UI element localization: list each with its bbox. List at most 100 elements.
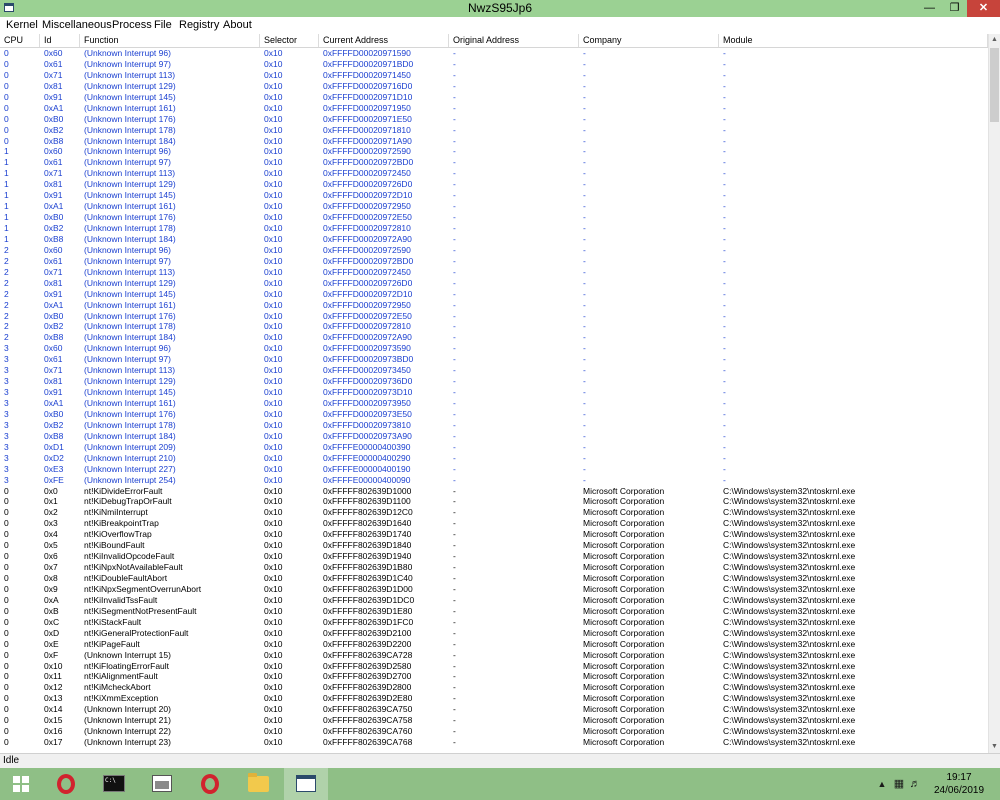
menu-about[interactable]: About (223, 19, 252, 31)
column-header-selector[interactable]: Selector (260, 34, 319, 47)
cell-original-address: - (453, 277, 456, 288)
taskbar-resource-monitor-button[interactable] (140, 768, 184, 800)
table-row[interactable]: 3 0x61 (Unknown Interrupt 97) 0x10 0xFFFFD00… (0, 354, 988, 365)
table-row[interactable]: 3 0xE3 (Unknown Interrupt 227) 0x10 0xFFFFE0… (0, 464, 988, 475)
table-row[interactable]: 1 0xB8 (Unknown Interrupt 184) 0x10 0xFFFFD0… (0, 234, 988, 245)
table-row[interactable]: 0 0x61 (Unknown Interrupt 97) 0x10 0xFFFFD00… (0, 59, 988, 70)
taskbar-opera-button[interactable] (44, 768, 88, 800)
start-button[interactable] (0, 768, 42, 800)
network-icon[interactable]: ▦ (892, 777, 906, 791)
table-row[interactable]: 0 0x13 nt!KiXmmException 0x10 0xFFFFF802639D… (0, 693, 988, 704)
menu-miscellaneous[interactable]: Miscellaneous (42, 19, 112, 31)
table-row[interactable]: 3 0x71 (Unknown Interrupt 113) 0x10 0xFFFFD0… (0, 365, 988, 376)
table-row[interactable]: 0 0x71 (Unknown Interrupt 113) 0x10 0xFFFFD0… (0, 70, 988, 81)
table-row[interactable]: 2 0x91 (Unknown Interrupt 145) 0x10 0xFFFFD0… (0, 289, 988, 300)
scroll-up-arrow-icon[interactable]: ▲ (989, 34, 1000, 46)
table-row[interactable]: 3 0xB0 (Unknown Interrupt 176) 0x10 0xFFFFD0… (0, 409, 988, 420)
tray-expand-icon[interactable]: ▲ (875, 777, 889, 791)
vertical-scrollbar[interactable]: ▲ ▼ (988, 34, 1000, 753)
table-row[interactable]: 1 0xA1 (Unknown Interrupt 161) 0x10 0xFFFFD0… (0, 201, 988, 212)
table-row[interactable]: 2 0x60 (Unknown Interrupt 96) 0x10 0xFFFFD00… (0, 245, 988, 256)
table-row[interactable]: 3 0xD2 (Unknown Interrupt 210) 0x10 0xFFFFE0… (0, 453, 988, 464)
table-row[interactable]: 0 0x16 (Unknown Interrupt 22) 0x10 0xFFFFF80… (0, 726, 988, 737)
table-row[interactable]: 0 0xB2 (Unknown Interrupt 178) 0x10 0xFFFFD0… (0, 125, 988, 136)
table-row[interactable]: 0 0x60 (Unknown Interrupt 96) 0x10 0xFFFFD00… (0, 48, 988, 59)
table-row[interactable]: 2 0xB0 (Unknown Interrupt 176) 0x10 0xFFFFD0… (0, 311, 988, 322)
table-row[interactable]: 1 0x71 (Unknown Interrupt 113) 0x10 0xFFFFD0… (0, 168, 988, 179)
cell-id: 0x71 (44, 365, 63, 376)
table-row[interactable]: 0 0xD nt!KiGeneralProtectionFault 0x10 0xFFF… (0, 628, 988, 639)
table-row[interactable]: 3 0xD1 (Unknown Interrupt 209) 0x10 0xFFFFE0… (0, 442, 988, 453)
table-row[interactable]: 3 0xB2 (Unknown Interrupt 178) 0x10 0xFFFFD0… (0, 420, 988, 431)
table-row[interactable]: 3 0x81 (Unknown Interrupt 129) 0x10 0xFFFFD0… (0, 376, 988, 387)
table-row[interactable]: 0 0x1 nt!KiDebugTrapOrFault 0x10 0xFFFFF8026… (0, 496, 988, 507)
table-row[interactable]: 0 0xB8 (Unknown Interrupt 184) 0x10 0xFFFFD0… (0, 136, 988, 147)
volume-icon[interactable]: ♬ (908, 777, 922, 791)
table-row[interactable]: 0 0x2 nt!KiNmiInterrupt 0x10 0xFFFFF802639D1… (0, 507, 988, 518)
taskbar-app-window-button[interactable] (284, 768, 328, 800)
table-row[interactable]: 0 0xB nt!KiSegmentNotPresentFault 0x10 0xFFF… (0, 606, 988, 617)
table-row[interactable]: 2 0xB8 (Unknown Interrupt 184) 0x10 0xFFFFD0… (0, 332, 988, 343)
scroll-thumb[interactable] (990, 48, 999, 122)
table-row[interactable]: 3 0xFE (Unknown Interrupt 254) 0x10 0xFFFFE0… (0, 475, 988, 486)
table-row[interactable]: 1 0x61 (Unknown Interrupt 97) 0x10 0xFFFFD00… (0, 157, 988, 168)
table-row[interactable]: 0 0x9 nt!KiNpxSegmentOverrunAbort 0x10 0xFFF… (0, 584, 988, 595)
menu-file[interactable]: File (154, 19, 172, 31)
table-row[interactable]: 0 0xA1 (Unknown Interrupt 161) 0x10 0xFFFFD0… (0, 103, 988, 114)
maximize-button[interactable]: ❐ (942, 0, 967, 17)
table-row[interactable]: 2 0x81 (Unknown Interrupt 129) 0x10 0xFFFFD0… (0, 278, 988, 289)
column-header-current-address[interactable]: Current Address (319, 34, 449, 47)
taskbar-cmd-button[interactable]: C:\ (92, 768, 136, 800)
table-row[interactable]: 1 0xB2 (Unknown Interrupt 178) 0x10 0xFFFFD0… (0, 223, 988, 234)
column-header-company[interactable]: Company (579, 34, 719, 47)
column-header-function[interactable]: Function (80, 34, 260, 47)
scroll-down-arrow-icon[interactable]: ▼ (989, 741, 1000, 753)
close-button[interactable]: ✕ (967, 0, 1000, 17)
table-row[interactable]: 2 0x61 (Unknown Interrupt 97) 0x10 0xFFFFD00… (0, 256, 988, 267)
minimize-button[interactable]: — (917, 0, 942, 17)
column-header-cpu[interactable]: CPU (0, 34, 40, 47)
table-row[interactable]: 0 0x12 nt!KiMcheckAbort 0x10 0xFFFFF802639D2… (0, 682, 988, 693)
table-row[interactable]: 0 0x15 (Unknown Interrupt 21) 0x10 0xFFFFF80… (0, 715, 988, 726)
table-row[interactable]: 1 0x91 (Unknown Interrupt 145) 0x10 0xFFFFD0… (0, 190, 988, 201)
column-header-module[interactable]: Module (719, 34, 988, 47)
table-row[interactable]: 2 0xB2 (Unknown Interrupt 178) 0x10 0xFFFFD0… (0, 321, 988, 332)
table-row[interactable]: 1 0x81 (Unknown Interrupt 129) 0x10 0xFFFFD0… (0, 179, 988, 190)
table-row[interactable]: 0 0xF (Unknown Interrupt 15) 0x10 0xFFFFF802… (0, 650, 988, 661)
menu-registry[interactable]: Registry (179, 19, 219, 31)
table-row[interactable]: 0 0x14 (Unknown Interrupt 20) 0x10 0xFFFFF80… (0, 704, 988, 715)
table-row[interactable]: 2 0x71 (Unknown Interrupt 113) 0x10 0xFFFFD0… (0, 267, 988, 278)
table-row[interactable]: 0 0x81 (Unknown Interrupt 129) 0x10 0xFFFFD0… (0, 81, 988, 92)
table-row[interactable]: 1 0x60 (Unknown Interrupt 96) 0x10 0xFFFFD00… (0, 146, 988, 157)
table-row[interactable]: 1 0xB0 (Unknown Interrupt 176) 0x10 0xFFFFD0… (0, 212, 988, 223)
table-row[interactable]: 0 0x17 (Unknown Interrupt 23) 0x10 0xFFFFF80… (0, 737, 988, 748)
table-row[interactable]: 0 0x4 nt!KiOverflowTrap 0x10 0xFFFFF802639D1… (0, 529, 988, 540)
menu-process[interactable]: Process (112, 19, 152, 31)
table-row[interactable]: 0 0x91 (Unknown Interrupt 145) 0x10 0xFFFFD0… (0, 92, 988, 103)
table-row[interactable]: 2 0xA1 (Unknown Interrupt 161) 0x10 0xFFFFD0… (0, 300, 988, 311)
table-row[interactable]: 0 0x5 nt!KiBoundFault 0x10 0xFFFFF802639D184… (0, 540, 988, 551)
cell-function: nt!KiPageFault (84, 638, 140, 649)
table-row[interactable]: 0 0xA nt!KiInvalidTssFault 0x10 0xFFFFF80263… (0, 595, 988, 606)
table-row[interactable]: 0 0x7 nt!KiNpxNotAvailableFault 0x10 0xFFFFF… (0, 562, 988, 573)
table-row[interactable]: 0 0x10 nt!KiFloatingErrorFault 0x10 0xFFFFF8… (0, 661, 988, 672)
table-row[interactable]: 0 0xE nt!KiPageFault 0x10 0xFFFFF802639D2200… (0, 639, 988, 650)
cell-cpu: 0 (4, 91, 9, 102)
table-row[interactable]: 0 0x0 nt!KiDivideErrorFault 0x10 0xFFFFF8026… (0, 486, 988, 497)
table-row[interactable]: 3 0x60 (Unknown Interrupt 96) 0x10 0xFFFFD00… (0, 343, 988, 354)
table-row[interactable]: 0 0xB0 (Unknown Interrupt 176) 0x10 0xFFFFD0… (0, 114, 988, 125)
table-row[interactable]: 3 0xB8 (Unknown Interrupt 184) 0x10 0xFFFFD0… (0, 431, 988, 442)
taskbar-file-explorer-button[interactable] (236, 768, 280, 800)
table-row[interactable]: 0 0x11 nt!KiAlignmentFault 0x10 0xFFFFF80263… (0, 671, 988, 682)
table-row[interactable]: 0 0xC nt!KiStackFault 0x10 0xFFFFF802639D1FC… (0, 617, 988, 628)
column-header-id[interactable]: Id (40, 34, 80, 47)
clock[interactable]: 19:17 24/06/2019 (923, 771, 995, 797)
table-row[interactable]: 3 0x91 (Unknown Interrupt 145) 0x10 0xFFFFD0… (0, 387, 988, 398)
table-row[interactable]: 0 0x6 nt!KiInvalidOpcodeFault 0x10 0xFFFFF80… (0, 551, 988, 562)
table-row[interactable]: 0 0x3 nt!KiBreakpointTrap 0x10 0xFFFFF802639… (0, 518, 988, 529)
column-header-original-address[interactable]: Original Address (449, 34, 579, 47)
table-row[interactable]: 0 0x8 nt!KiDoubleFaultAbort 0x10 0xFFFFF8026… (0, 573, 988, 584)
taskbar-opera-button-2[interactable] (188, 768, 232, 800)
table-row[interactable]: 3 0xA1 (Unknown Interrupt 161) 0x10 0xFFFFD0… (0, 398, 988, 409)
menu-kernel[interactable]: Kernel (6, 19, 38, 31)
